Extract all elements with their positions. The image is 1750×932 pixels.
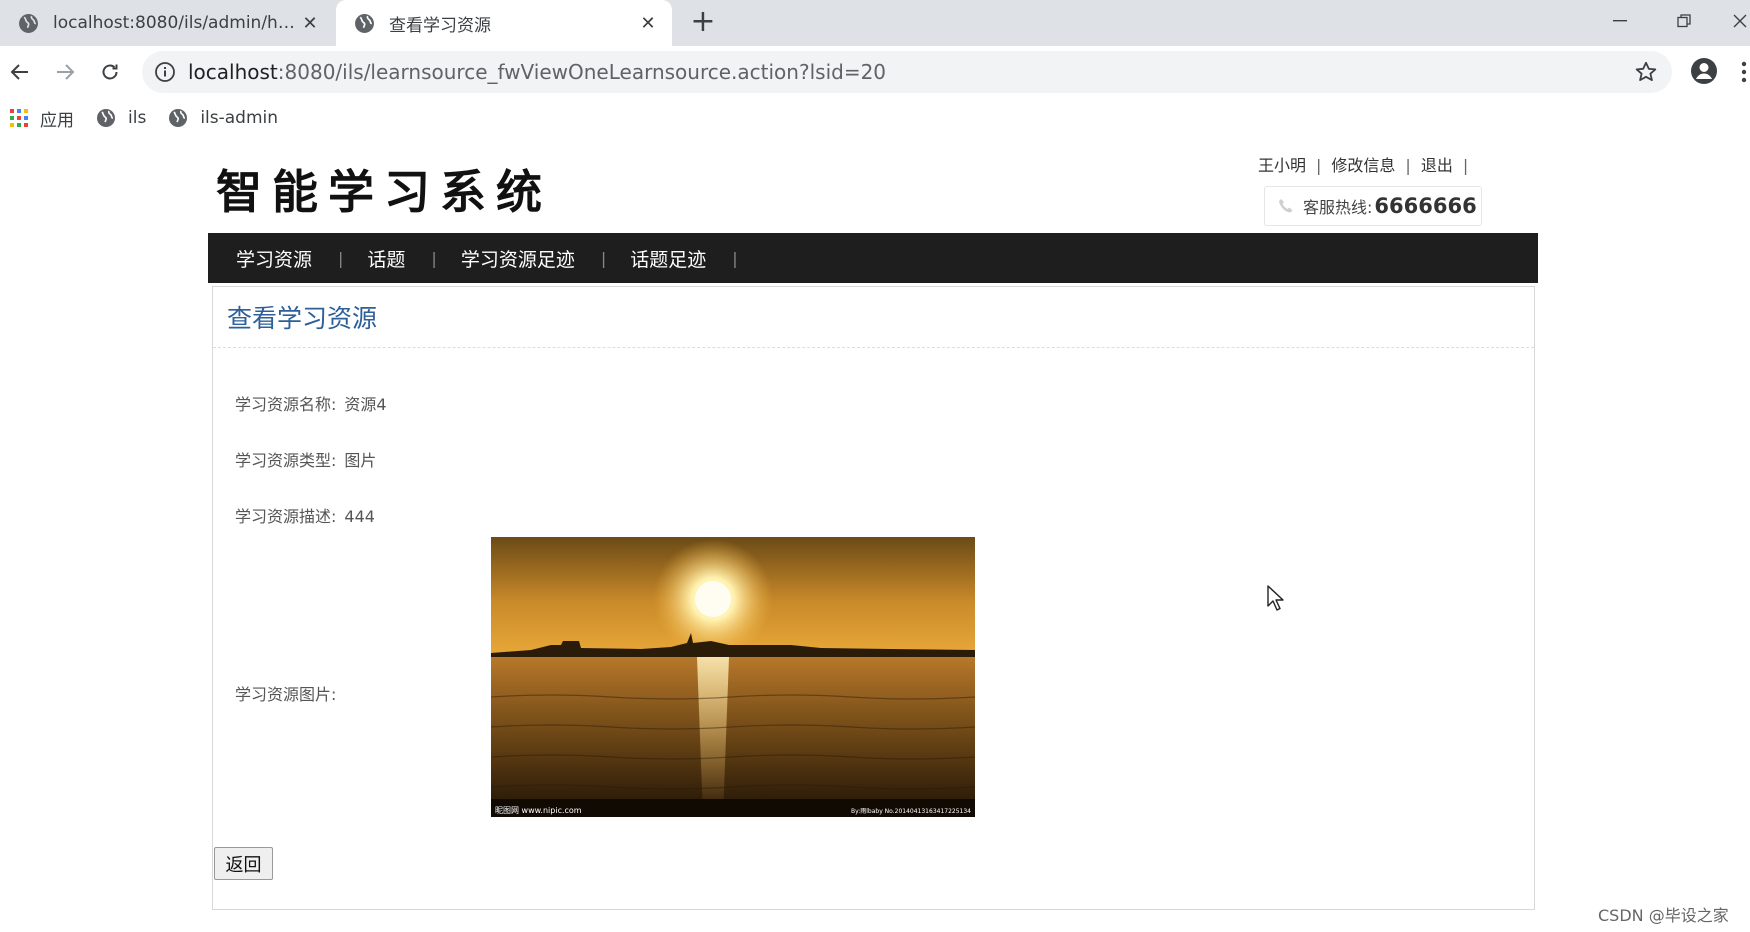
- forward-arrow-icon[interactable]: [49, 56, 81, 88]
- bookmark-label: ils-admin: [200, 108, 279, 128]
- separator: |: [1405, 156, 1411, 175]
- field-label: 学习资源描述:: [235, 507, 337, 526]
- nav-resource-history[interactable]: 学习资源足迹: [443, 245, 601, 272]
- globe-icon: [19, 13, 38, 33]
- window-close-icon[interactable]: [1720, 6, 1750, 36]
- url-text[interactable]: localhost:8080/ils/learnsource_fwViewOne…: [188, 60, 886, 84]
- bookmark-ils[interactable]: ils: [96, 108, 146, 128]
- nav-topic-history[interactable]: 话题足迹: [612, 245, 732, 272]
- apps-grid-icon: [10, 109, 28, 127]
- hotline-label: 客服热线:: [1303, 198, 1373, 217]
- field-value: 资源4: [344, 395, 387, 414]
- back-button[interactable]: 返回: [214, 847, 273, 880]
- resource-image-sunset: 昵图网 www.nipic.com By:雨lbaby No.201404131…: [491, 537, 975, 817]
- globe-icon: [97, 109, 115, 127]
- separator: |: [1316, 156, 1322, 175]
- field-resource-description: 学习资源描述: 444: [235, 503, 375, 527]
- field-resource-type: 学习资源类型: 图片: [235, 447, 376, 471]
- logout-link[interactable]: 退出: [1421, 156, 1453, 175]
- field-resource-name: 学习资源名称: 资源4: [235, 391, 387, 415]
- minimize-icon[interactable]: [1600, 6, 1640, 36]
- back-arrow-icon[interactable]: [4, 56, 36, 88]
- globe-icon: [355, 13, 374, 33]
- page-title: 查看学习资源: [227, 304, 378, 333]
- reload-icon[interactable]: [94, 56, 126, 88]
- url-host: localhost: [188, 60, 278, 84]
- close-icon[interactable]: ✕: [300, 13, 320, 34]
- bookmark-label: ils: [128, 108, 147, 128]
- field-resource-image-label: 学习资源图片:: [235, 681, 336, 705]
- main-nav: 学习资源 | 话题 | 学习资源足迹 | 话题足迹 |: [208, 233, 1538, 283]
- edit-info-link[interactable]: 修改信息: [1331, 156, 1395, 175]
- close-icon[interactable]: ✕: [638, 13, 658, 34]
- restore-icon[interactable]: [1664, 6, 1704, 36]
- nav-learn-resources[interactable]: 学习资源: [218, 245, 338, 272]
- globe-icon: [169, 109, 188, 127]
- hotline-number: 6666666: [1374, 194, 1477, 218]
- field-label: 学习资源图片:: [235, 685, 337, 704]
- bookmark-apps[interactable]: 应用: [10, 106, 74, 131]
- web-page: 智能学习系统 王小明 | 修改信息 | 退出 | 客服热线: 6666666 学习资源 | …: [0, 138, 1750, 932]
- browser-toolbar: localhost:8080/ils/learnsource_fwViewOne…: [0, 46, 1750, 98]
- heading-divider: [213, 347, 1534, 348]
- nav-topics[interactable]: 话题: [349, 245, 431, 272]
- tab-title: 查看学习资源: [389, 15, 491, 36]
- image-caption-left: 昵图网 www.nipic.com: [495, 806, 582, 815]
- separator: |: [1462, 156, 1469, 175]
- user-name-link[interactable]: 王小明: [1258, 156, 1306, 175]
- tab-admin-home[interactable]: localhost:8080/ils/admin/home... ✕: [0, 0, 334, 46]
- nav-separator: |: [338, 248, 344, 268]
- mouse-cursor-icon: [1267, 585, 1284, 611]
- field-label: 学习资源类型:: [235, 451, 337, 470]
- image-caption-right: By:雨lbaby No.20140413163417225134: [851, 808, 971, 815]
- site-logo: 智能学习系统: [216, 165, 552, 219]
- bookmark-ils-admin[interactable]: ils-admin: [168, 108, 278, 128]
- content-panel: 查看学习资源 学习资源名称: 资源4 学习资源类型: 图片 学习资源描述: 444 学…: [212, 286, 1535, 910]
- new-tab-plus-icon[interactable]: +: [688, 7, 718, 38]
- menu-kebab-icon[interactable]: [1738, 58, 1750, 86]
- bookmark-label: 应用: [40, 110, 74, 131]
- nav-separator: |: [600, 248, 607, 268]
- hotline-box: 客服热线: 6666666: [1264, 186, 1482, 226]
- info-icon[interactable]: [154, 61, 176, 83]
- user-links: 王小明 | 修改信息 | 退出 |: [1258, 152, 1478, 176]
- field-value: 图片: [344, 451, 377, 470]
- phone-icon: [1279, 199, 1293, 213]
- nav-separator: |: [431, 248, 437, 268]
- nav-separator: |: [732, 248, 738, 268]
- tab-title: localhost:8080/ils/admin/home...: [53, 13, 300, 33]
- bookmark-star-icon[interactable]: [1634, 60, 1658, 84]
- bookmarks-bar: 应用 ils ils-admin: [0, 98, 1750, 138]
- tab-view-learnsource[interactable]: 查看学习资源 ✕: [336, 0, 672, 46]
- address-bar[interactable]: localhost:8080/ils/learnsource_fwViewOne…: [142, 51, 1672, 93]
- profile-avatar-icon[interactable]: [1689, 56, 1719, 86]
- field-label: 学习资源名称:: [235, 395, 337, 414]
- browser-tab-bar: localhost:8080/ils/admin/home... ✕ 查看学习资…: [0, 0, 1750, 46]
- watermark: CSDN @毕设之家: [1598, 906, 1729, 925]
- field-value: 444: [344, 507, 375, 526]
- url-path: :8080/ils/learnsource_fwViewOneLearnsour…: [277, 60, 887, 84]
